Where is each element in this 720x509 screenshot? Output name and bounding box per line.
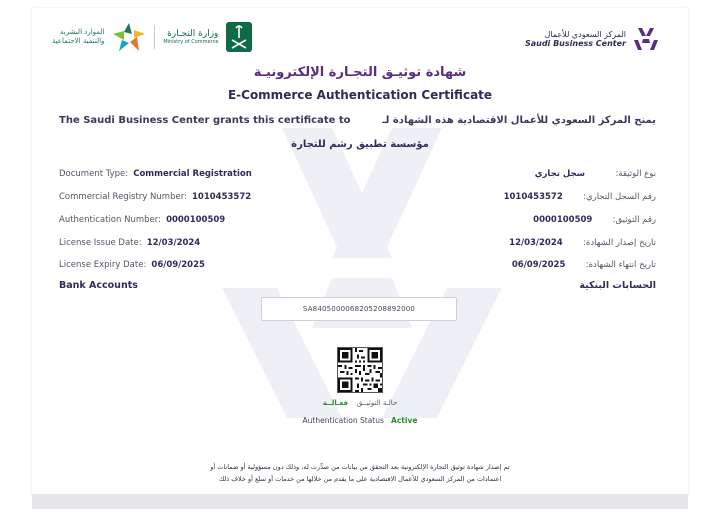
- certificate-title-en: E-Commerce Authentication Certificate: [227, 88, 493, 102]
- government-logos: الموارد البشرية والتنمية الاجتماعية وزار…: [52, 22, 253, 52]
- field-row-ar: تاريخ انتهاء الشهادة: 06/09/2025: [512, 252, 656, 271]
- grant-statement-en: The Saudi Business Center grants this ce…: [59, 115, 351, 126]
- status-label-en: Authentication Status: [302, 416, 384, 425]
- entity-name: مؤسسة تطبيق رشم للتجارة: [291, 139, 429, 150]
- sbc-logo: المركز السعودي للأعمال Saudi Business Ce…: [525, 26, 660, 52]
- issue-date-label: License Issue Date:: [59, 238, 142, 248]
- expiry-date-value-ar: 06/09/2025: [511, 260, 566, 270]
- expiry-date-label: License Expiry Date:: [59, 260, 147, 270]
- moc-name-en: Ministry of Commerce: [163, 39, 219, 45]
- authentication-number-label: Authentication Number:: [59, 215, 161, 225]
- hrsd-star-icon: [113, 23, 146, 51]
- disclaimer-line-1: تم إصدار شهادة توثيق التجارة الإلكترونية…: [210, 463, 510, 471]
- issue-date-value: 12/03/2024: [146, 238, 201, 248]
- document-type-value: Commercial Registration: [133, 169, 252, 179]
- logo-divider: [154, 25, 156, 49]
- field-row-ar: رقم التوثيق: 0000100509: [533, 207, 656, 226]
- field-row-en: License Issue Date: 12/03/2024: [59, 230, 200, 249]
- authentication-number-value-ar: 0000100509: [533, 215, 593, 225]
- saudi-emblem-icon: [226, 22, 253, 52]
- document-type-label-ar: نوع الوثيقة:: [615, 169, 656, 179]
- document-type-label: Document Type:: [59, 169, 129, 179]
- authentication-number-label-ar: رقم التوثيق:: [612, 215, 656, 225]
- field-row-en: Document Type: Commercial Registration: [59, 161, 252, 180]
- field-row-en: Commercial Registry Number: 1010453572: [59, 184, 251, 203]
- field-row-ar: نوع الوثيقة: سجل تجاري: [535, 161, 656, 180]
- hrsd-name-line2: والتنمية الاجتماعية: [52, 37, 105, 45]
- registry-number-label: Commercial Registry Number:: [59, 192, 187, 202]
- page-bottom-edge: [32, 494, 688, 509]
- expiry-date-label-ar: تاريخ انتهاء الشهادة:: [585, 260, 656, 270]
- status-value-ar: فعـالــة: [322, 399, 348, 407]
- hrsd-name-line1: الموارد البشرية: [60, 28, 105, 36]
- issue-date-value-ar: 12/03/2024: [509, 238, 563, 248]
- registry-number-label-ar: رقم السجل التجاري:: [583, 192, 656, 202]
- grant-statement-ar: يمنح المركز السعودي للأعمال الاقتصادية ه…: [382, 115, 656, 126]
- authentication-status-ar: حالـة التوثيــق فعـالــة: [32, 399, 688, 407]
- iban-field: SA8405000068205208892000: [261, 297, 457, 321]
- qr-code-icon[interactable]: [337, 347, 383, 393]
- bank-accounts-title: Bank Accounts: [59, 280, 138, 291]
- field-row-ar: رقم السجل التجاري: 1010453572: [504, 184, 656, 203]
- authentication-number-value: 0000100509: [166, 215, 226, 225]
- field-row-en: License Expiry Date: 06/09/2025: [59, 252, 205, 271]
- sbc-name-en: Saudi Business Center: [524, 39, 626, 48]
- certificate-page: المركز السعودي للأعمال Saudi Business Ce…: [32, 8, 688, 496]
- registry-number-value-ar: 1010453572: [503, 192, 563, 202]
- registry-number-value: 1010453572: [192, 192, 252, 202]
- issue-date-label-ar: تاريخ إصدار الشهادة:: [583, 238, 656, 248]
- disclaimer-line-2: اعتمادات من المركز السعودي للأعمال الاقت…: [218, 475, 502, 483]
- certificate-title-ar: شهادة توثيـق التجـارة الإلكترونيـة: [253, 65, 467, 80]
- status-value-en: Active: [391, 416, 418, 425]
- bank-accounts-title-ar: الحسابات البنكية: [579, 280, 656, 291]
- field-row-en: Authentication Number: 0000100509: [59, 207, 225, 226]
- moc-name-ar: وزارة التجـارة: [167, 29, 219, 39]
- sbc-emblem-icon: [634, 28, 658, 50]
- field-row-ar: تاريخ إصدار الشهادة: 12/03/2024: [509, 230, 656, 249]
- status-label-ar: حالـة التوثيــق: [356, 399, 398, 407]
- sbc-name-ar: المركز السعودي للأعمال: [544, 30, 626, 39]
- authentication-status-en: Authentication Status Active: [32, 416, 688, 425]
- document-type-value-ar: سجل تجاري: [534, 169, 585, 179]
- expiry-date-value: 06/09/2025: [151, 260, 205, 270]
